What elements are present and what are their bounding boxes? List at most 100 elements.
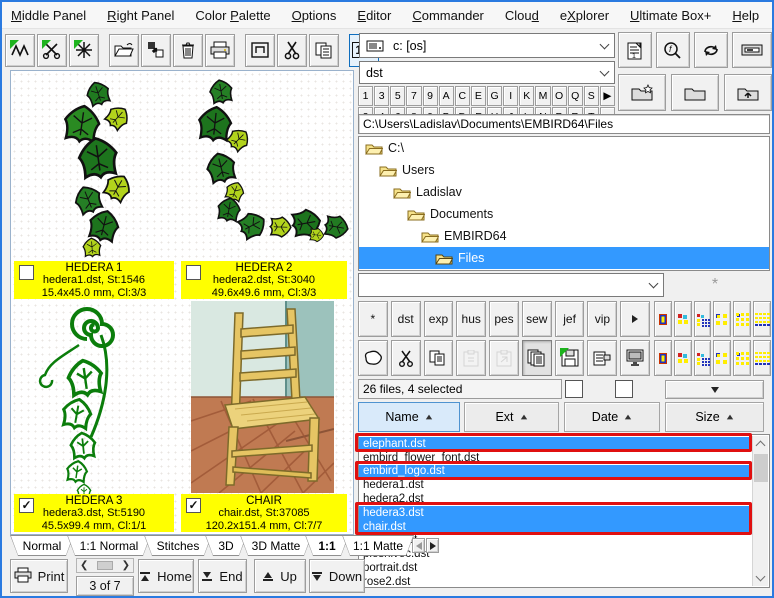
jump-key[interactable]: I	[503, 86, 519, 106]
filter-checkbox-2[interactable]	[615, 380, 633, 398]
end-button[interactable]: End	[198, 559, 247, 593]
format-pes-button[interactable]: pes	[489, 301, 519, 337]
tree-item-files[interactable]: Files	[359, 247, 769, 269]
thumb-label-hedera2[interactable]: HEDERA 2 hedera2.dst, St:3040 49.6x49.6 mm…	[181, 261, 347, 299]
layout-list-button-2[interactable]	[693, 340, 712, 376]
print-button[interactable]: Print	[10, 559, 68, 593]
paste-into-button[interactable]	[489, 340, 519, 376]
layout-single-button-2[interactable]	[654, 340, 672, 376]
format-hus-button[interactable]: hus	[456, 301, 487, 337]
jump-key[interactable]: O	[551, 86, 567, 106]
jump-key[interactable]: G	[487, 86, 503, 106]
file-row-hedera3[interactable]: hedera3.dst	[359, 505, 752, 520]
column-header-name[interactable]: Name	[358, 402, 460, 432]
jump-key[interactable]: 7	[406, 86, 422, 106]
menu-ultimate-box[interactable]: Ultimate Box+	[630, 8, 711, 23]
delete-stitches-button[interactable]	[69, 33, 99, 67]
new-folder-button[interactable]	[618, 74, 666, 111]
file-row-embird-logo[interactable]: embird_logo.dst	[359, 464, 752, 479]
cut-toolbar-button[interactable]	[277, 33, 307, 67]
tab-stitches[interactable]: Stitches	[144, 535, 212, 556]
thumb-label-hedera3[interactable]: ✓ HEDERA 3 hedera3.dst, St:5190 45.5x99.4 …	[14, 494, 174, 532]
tabs-scroll-right-button[interactable]	[426, 538, 439, 553]
menu-middle-panel[interactable]: Middle Panel	[11, 8, 86, 23]
jump-key[interactable]: K	[519, 86, 535, 106]
layout-four-button-2[interactable]	[713, 340, 732, 376]
page-prev-icon[interactable]: ❮	[80, 560, 88, 571]
tabs-scroll-left-button[interactable]	[412, 538, 425, 553]
stitch-view-button[interactable]	[5, 33, 35, 67]
file-row-chair[interactable]: chair.dst	[359, 519, 752, 534]
drive-selector[interactable]: c: [os]	[359, 33, 615, 58]
down-button[interactable]: Down	[309, 559, 365, 593]
design-hedera1[interactable]	[36, 75, 156, 260]
refresh-button[interactable]	[693, 32, 728, 68]
column-header-size[interactable]: Size	[665, 402, 764, 432]
format-sew-button[interactable]: sew	[521, 301, 552, 337]
format-more-button[interactable]	[620, 301, 651, 337]
print-toolbar-button[interactable]	[205, 33, 235, 67]
tree-item-documents[interactable]: Documents	[359, 203, 769, 225]
multi-copy-button[interactable]	[521, 340, 552, 376]
folder-button[interactable]	[671, 74, 719, 111]
tree-item-embird64[interactable]: EMBIRD64	[359, 225, 769, 247]
jump-key[interactable]: Q	[567, 86, 583, 106]
paste-button[interactable]	[456, 340, 487, 376]
lasso-select-button[interactable]	[358, 340, 388, 376]
thumb-checkbox-hedera2[interactable]	[186, 265, 201, 280]
open-button[interactable]	[109, 33, 139, 67]
jump-key[interactable]: 1	[358, 86, 374, 106]
thumb-checkbox-hedera3[interactable]: ✓	[19, 498, 34, 513]
tree-item-c-drive[interactable]: C:\	[359, 137, 769, 159]
format-jef-button[interactable]: jef	[554, 301, 585, 337]
up-button[interactable]: Up	[254, 559, 306, 593]
tab-1-1-normal[interactable]: 1:1 Normal	[67, 535, 151, 556]
thumb-checkbox-hedera1[interactable]	[19, 265, 34, 280]
tree-item-users[interactable]: Users	[359, 159, 769, 181]
layout-many-button-2[interactable]	[753, 340, 771, 376]
menu-editor[interactable]: Editor	[357, 8, 391, 23]
column-header-ext[interactable]: Ext	[464, 402, 559, 432]
menu-explorer[interactable]: eXplorer	[560, 8, 609, 23]
save-button[interactable]	[554, 340, 585, 376]
copy-button[interactable]	[423, 340, 454, 376]
page-next-icon[interactable]: ❯	[122, 560, 130, 571]
jump-key[interactable]: A	[438, 86, 454, 106]
menu-color-palette[interactable]: Color Palette	[195, 8, 270, 23]
thumb-checkbox-chair[interactable]: ✓	[186, 498, 201, 513]
send-to-screen-button[interactable]	[620, 340, 651, 376]
menu-cloud[interactable]: Cloud	[505, 8, 539, 23]
layout-nine-button[interactable]	[733, 301, 752, 337]
file-row-portrait[interactable]: portrait.dst	[359, 561, 752, 575]
column-header-date[interactable]: Date	[564, 402, 660, 432]
jump-key[interactable]: S	[583, 86, 599, 106]
hide-panel-button[interactable]	[731, 32, 772, 68]
file-list-scrollbar[interactable]	[752, 436, 768, 586]
format-dst-button[interactable]: dst	[390, 301, 421, 337]
jump-key[interactable]: 9	[422, 86, 438, 106]
sort-options-dropdown[interactable]	[665, 380, 764, 399]
file-row-embird-flower-font[interactable]: embird_flower_font.dst	[359, 451, 752, 465]
menu-right-panel[interactable]: Right Panel	[107, 8, 174, 23]
layout-preview-button[interactable]	[673, 301, 692, 337]
layout-four-button[interactable]	[713, 301, 732, 337]
editor-window-button[interactable]	[245, 33, 275, 67]
scroll-up-icon[interactable]	[755, 440, 766, 451]
tab-normal[interactable]: Normal	[10, 535, 74, 556]
jump-key[interactable]: C	[454, 86, 470, 106]
extension-filter-combo[interactable]: dst	[359, 61, 615, 84]
layout-single-button[interactable]	[654, 301, 672, 337]
copy-toolbar-button[interactable]	[309, 33, 339, 67]
menu-commander[interactable]: Commander	[412, 8, 484, 23]
cut-button[interactable]	[390, 340, 421, 376]
menu-options[interactable]: Options	[292, 8, 337, 23]
tab-3d-matte[interactable]: 3D Matte	[240, 535, 312, 556]
menu-help[interactable]: Help	[732, 8, 759, 23]
format-all-button[interactable]: *	[358, 301, 388, 337]
delete-button[interactable]	[173, 33, 203, 67]
find-button[interactable]: f	[655, 32, 690, 68]
folder-up-button[interactable]	[724, 74, 772, 111]
page-thumb[interactable]	[97, 561, 113, 570]
thumb-label-chair[interactable]: ✓ CHAIR chair.dst, St:37085 120.2x151.4 mm…	[181, 494, 347, 532]
file-row-rose2[interactable]: rose2.dst	[359, 575, 752, 587]
